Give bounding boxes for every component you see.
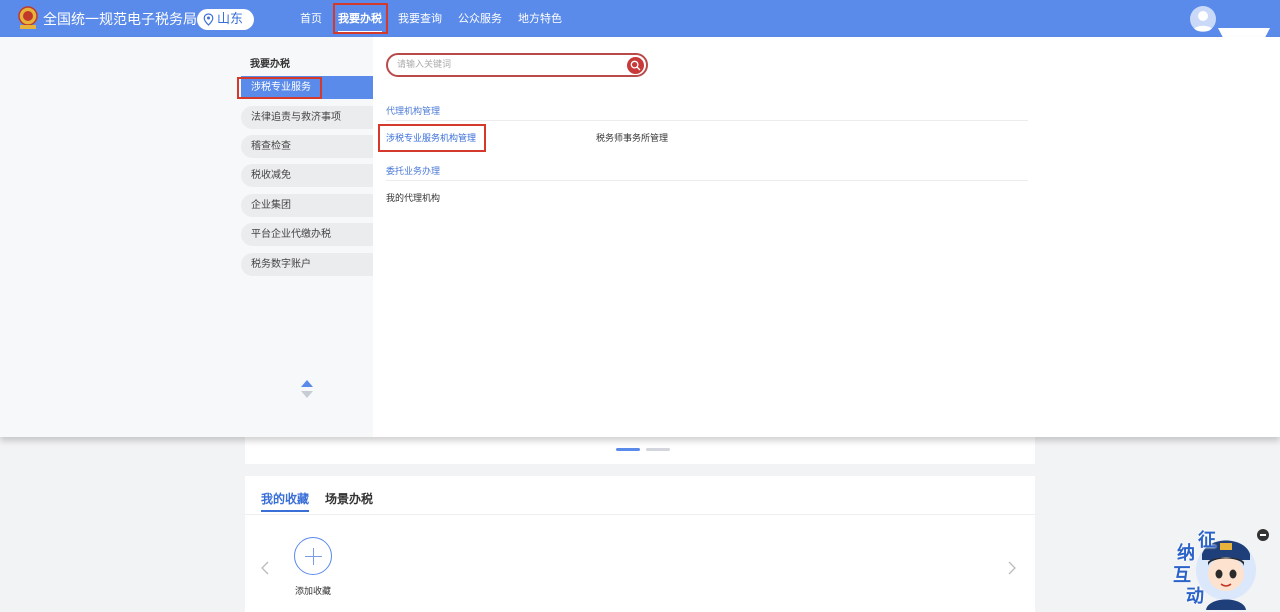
- chevron-left-icon[interactable]: [260, 561, 270, 575]
- category-tax-digital-account[interactable]: 税务数字账户: [241, 253, 373, 276]
- mega-menu-dropdown: 我要办税 涉税专业服务 法律追责与救济事项 稽查检查 税收减免 企业集团 平台企…: [0, 37, 1280, 437]
- link-tax-firm-management[interactable]: 税务师事务所管理: [596, 131, 668, 144]
- carousel-dot-active[interactable]: [616, 448, 640, 451]
- tab-underline: [261, 510, 309, 512]
- section-title-entrusted-business: 委托业务办理: [386, 167, 441, 177]
- location-pin-icon: [203, 13, 214, 26]
- category-enterprise-group[interactable]: 企业集团: [241, 194, 373, 217]
- search-icon: [630, 60, 641, 71]
- search-button[interactable]: [627, 57, 644, 74]
- link-my-agency[interactable]: 我的代理机构: [386, 191, 440, 204]
- site-title[interactable]: 全国统一规范电子税务局: [43, 9, 197, 29]
- section-title-agency-management: 代理机构管理: [386, 107, 441, 117]
- top-header: 全国统一规范电子税务局 山东 首页 我要办税 我要查询 公众服务 地方特色: [0, 0, 1280, 38]
- add-favorite-label: 添加收藏: [295, 587, 332, 597]
- add-favorite-button[interactable]: [294, 537, 332, 575]
- nav-home[interactable]: 首页: [295, 0, 327, 37]
- category-inspection[interactable]: 稽查检查: [241, 135, 373, 158]
- service-mascot[interactable]: 征 纳 互 动: [1170, 526, 1260, 610]
- nav-query[interactable]: 我要查询: [393, 0, 447, 37]
- highlight-box-category: [237, 77, 322, 99]
- banner-card: [245, 437, 1035, 464]
- menu-search-input[interactable]: [397, 58, 622, 72]
- tab-scenario-tax[interactable]: 场景办税: [325, 490, 373, 507]
- carousel-dot[interactable]: [646, 448, 670, 451]
- category-legal-remedy[interactable]: 法律追责与救济事项: [241, 106, 373, 129]
- category-title: 我要办税: [250, 59, 290, 70]
- highlight-box-service: [378, 124, 486, 152]
- tab-my-favorites[interactable]: 我的收藏: [261, 490, 309, 507]
- menu-search-box: [386, 53, 648, 77]
- nav-public-service[interactable]: 公众服务: [453, 0, 507, 37]
- category-platform-withholding[interactable]: 平台企业代缴办税: [241, 223, 373, 246]
- category-panel: 我要办税 涉税专业服务 法律追责与救济事项 稽查检查 税收减免 企业集团 平台企…: [0, 37, 373, 437]
- category-tax-reduction[interactable]: 税收减免: [241, 164, 373, 187]
- tax-emblem-icon[interactable]: [17, 6, 39, 30]
- scroll-up-down-icon[interactable]: [300, 379, 314, 399]
- favorites-card: 我的收藏 场景办税 添加收藏: [245, 476, 1035, 612]
- user-icon: [1193, 11, 1213, 31]
- section-divider: [386, 120, 1028, 121]
- section-divider: [386, 180, 1028, 181]
- nav-local-features[interactable]: 地方特色: [513, 0, 567, 37]
- mascot-char-4: 动: [1186, 586, 1204, 607]
- chevron-right-icon[interactable]: [1007, 561, 1017, 575]
- mascot-char-1: 征: [1198, 530, 1216, 551]
- mascot-close-button[interactable]: [1257, 529, 1269, 541]
- highlight-box-nav: [333, 3, 388, 34]
- region-selector[interactable]: 山东: [197, 9, 254, 30]
- divider: [245, 514, 1035, 515]
- user-avatar[interactable]: [1190, 6, 1216, 32]
- region-label: 山东: [217, 12, 244, 27]
